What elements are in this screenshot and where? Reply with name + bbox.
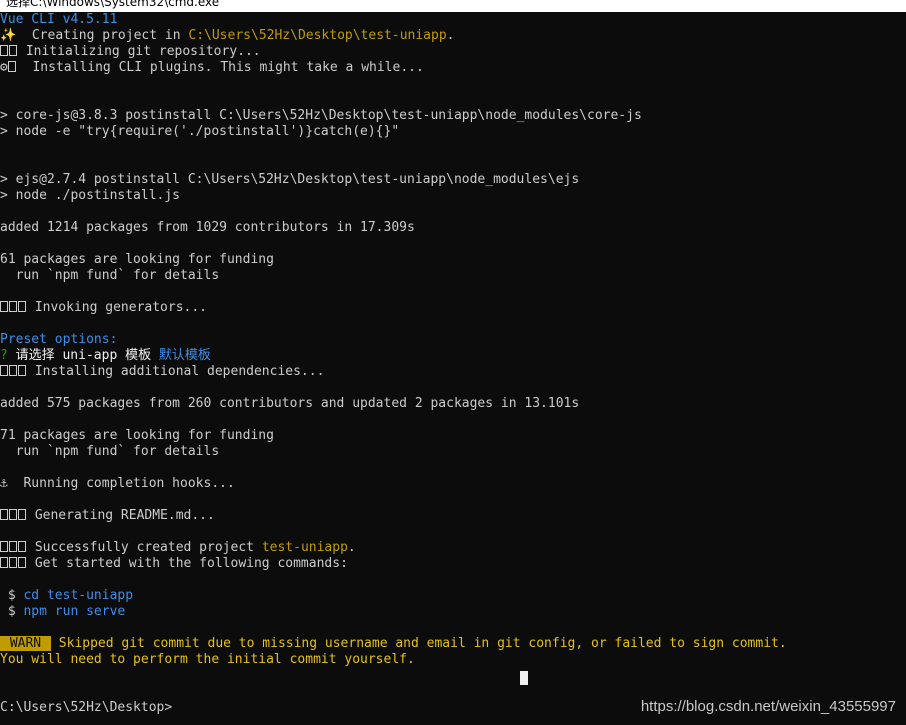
generating-readme-text: Generating README.md... [27, 508, 215, 523]
template-question-line: ? 请选择 uni-app 模板 默认模板 [0, 348, 211, 364]
cmd-prompt: $ [0, 604, 24, 619]
cmd-cd-line: $ cd test-uniapp [0, 588, 133, 604]
question-mark: ? [0, 348, 8, 363]
success-suffix: . [347, 540, 356, 555]
added-packages-line-2: added 575 packages from 260 contributors… [0, 396, 580, 411]
installing-plugins-text: Installing CLI plugins. This might take … [16, 60, 424, 75]
installing-plugins-line: ⚙ Installing CLI plugins. This might tak… [0, 60, 424, 76]
emoji-box-icon [9, 301, 17, 312]
funding-line: 61 packages are looking for funding [0, 252, 274, 267]
init-git-line: Initializing git repository... [0, 44, 261, 60]
emoji-box-icon [0, 301, 8, 312]
cmd-serve: npm run serve [23, 604, 126, 619]
emoji-box-icon [9, 557, 17, 568]
emoji-box-icon [0, 541, 8, 552]
emoji-box-icon [0, 45, 8, 56]
completion-hooks-line: ⚓ Running completion hooks... [0, 476, 235, 491]
cmd-cd: cd test-uniapp [23, 588, 134, 603]
vue-cli-version: Vue CLI v4.5.11 [0, 12, 118, 27]
warn-badge: WARN [0, 636, 51, 651]
warn-line-2: You will need to perform the initial com… [0, 652, 415, 667]
emoji-box-icon [0, 557, 8, 568]
invoking-text: Invoking generators... [27, 300, 208, 315]
ejs-node-line: > node ./postinstall.js [0, 188, 181, 203]
emoji-box-icon [18, 301, 26, 312]
terminal-output[interactable]: Vue CLI v4.5.11 ✨ Creating project in C:… [0, 12, 906, 725]
installing-deps-line: Installing additional dependencies... [0, 364, 324, 380]
warn-line: WARN Skipped git commit due to missing u… [0, 636, 787, 652]
gear-icon: ⚙ [0, 60, 8, 75]
emoji-box-icon [18, 557, 26, 568]
get-started-line: Get started with the following commands: [0, 556, 348, 572]
funding-line-2: 71 packages are looking for funding [0, 428, 274, 443]
emoji-box-icon [7, 61, 16, 72]
added-packages-line: added 1214 packages from 1029 contributo… [0, 220, 415, 235]
invoking-generators-line: Invoking generators... [0, 300, 207, 316]
window-titlebar[interactable]: 选择C:\Windows\System32\cmd.exe [0, 0, 906, 12]
ejs-postinstall-line: > ejs@2.7.4 postinstall C:\Users\52Hz\De… [0, 172, 580, 187]
installing-deps-text: Installing additional dependencies... [27, 364, 325, 379]
corejs-postinstall-line: > core-js@3.8.3 postinstall C:\Users\52H… [0, 108, 642, 123]
emoji-box-icon [18, 509, 26, 520]
get-started-text: Get started with the following commands: [27, 556, 348, 571]
cmd-serve-line: $ npm run serve [0, 604, 125, 620]
cmd-prompt: $ [0, 588, 24, 603]
corejs-node-line: > node -e "try{require('./postinstall')}… [0, 124, 400, 139]
generating-readme-line: Generating README.md... [0, 508, 215, 524]
emoji-box-icon [9, 45, 17, 56]
emoji-box-icon [9, 541, 17, 552]
creating-prefix: ✨ Creating project in [0, 28, 189, 43]
watermark: https://blog.csdn.net/weixin_43555997 [640, 698, 896, 715]
funding-run-line-2: run `npm fund` for details [0, 444, 220, 459]
success-line: Successfully created project test-uniapp… [0, 540, 356, 556]
emoji-box-icon [0, 365, 8, 376]
init-git-text: Initializing git repository... [18, 44, 261, 59]
question-text: 请选择 uni-app 模板 [7, 348, 159, 363]
emoji-box-icon [0, 509, 8, 520]
creating-suffix: . [446, 28, 455, 43]
emoji-box-icon [9, 509, 17, 520]
emoji-box-icon [18, 365, 26, 376]
preset-options-line: Preset options: [0, 332, 118, 347]
emoji-box-icon [9, 365, 17, 376]
command-prompt[interactable]: C:\Users\52Hz\Desktop> [0, 700, 172, 716]
creating-project-line: ✨ Creating project in C:\Users\52Hz\Desk… [0, 28, 454, 44]
success-project: test-uniapp [261, 540, 348, 555]
creating-path: C:\Users\52Hz\Desktop\test-uniapp [188, 28, 447, 43]
emoji-box-icon [18, 541, 26, 552]
success-prefix: Successfully created project [27, 540, 262, 555]
warn-text: Skipped git commit due to missing userna… [50, 636, 787, 651]
text-cursor [520, 671, 528, 685]
window-title: 选择C:\Windows\System32\cmd.exe [6, 0, 220, 9]
question-answer: 默认模板 [158, 348, 211, 363]
funding-run-line: run `npm fund` for details [0, 268, 220, 283]
